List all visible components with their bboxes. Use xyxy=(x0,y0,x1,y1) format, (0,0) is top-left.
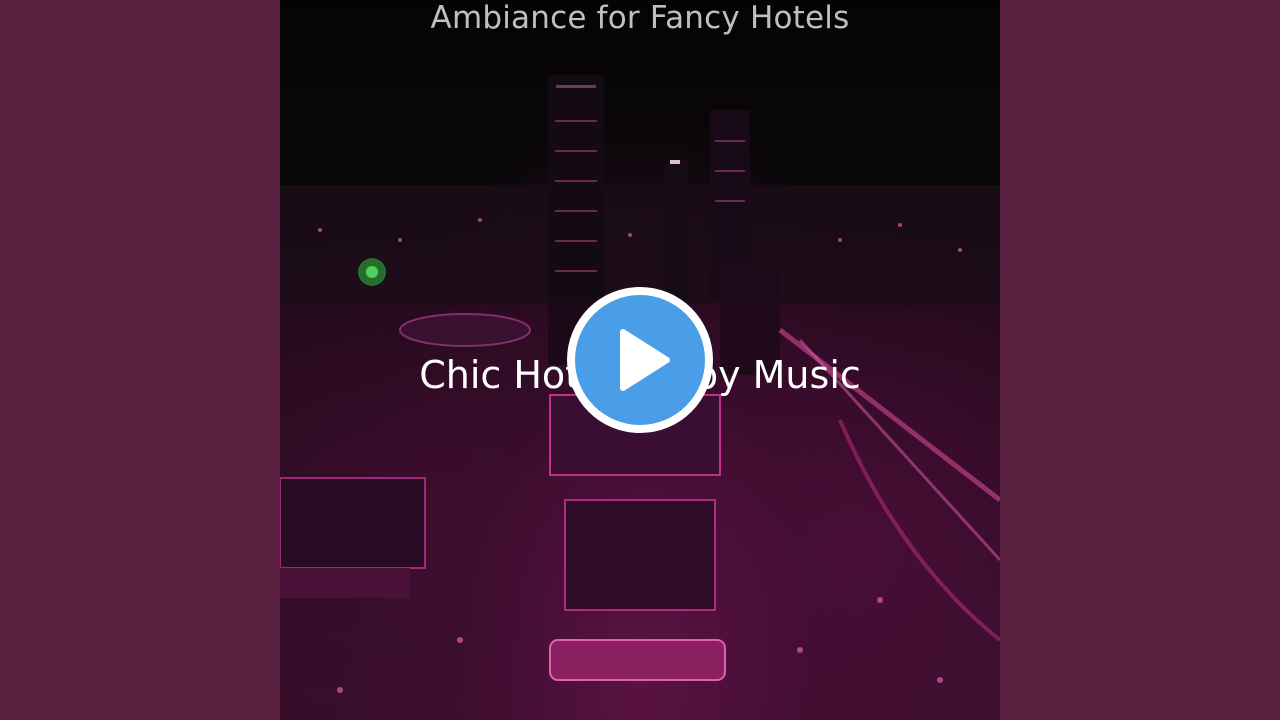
video-player[interactable]: Ambiance for Fancy Hotels Chic Hotel Lob… xyxy=(0,0,1280,720)
video-subtitle: Ambiance for Fancy Hotels xyxy=(430,0,850,36)
play-icon xyxy=(620,329,670,391)
play-button[interactable] xyxy=(567,287,713,433)
